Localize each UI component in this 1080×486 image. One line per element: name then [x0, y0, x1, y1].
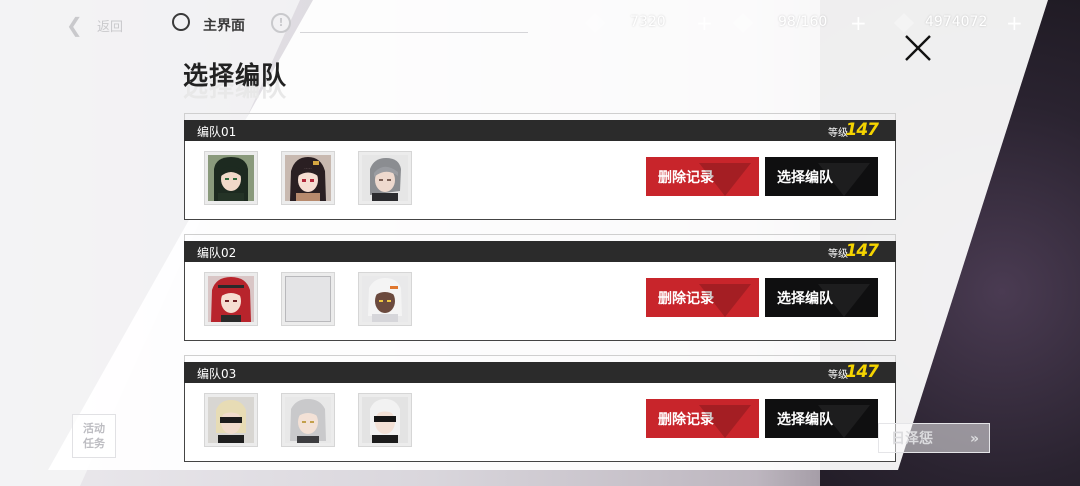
team-card: 编队01 等级 147 删除记录 选择编队 — [184, 113, 896, 221]
character-portrait — [208, 276, 254, 322]
info-icon[interactable]: ! — [271, 13, 291, 33]
stamina-value: 7320 — [630, 14, 666, 30]
back-label[interactable]: 返回 — [97, 16, 123, 35]
delete-record-button[interactable]: 删除记录 — [646, 399, 759, 438]
character-portrait — [362, 155, 408, 201]
select-team-button[interactable]: 选择编队 — [765, 278, 878, 317]
character-portrait — [208, 155, 254, 201]
team-body: 删除记录 选择编队 — [184, 262, 896, 341]
team-body: 删除记录 选择编队 — [184, 141, 896, 220]
select-team-button[interactable]: 选择编队 — [765, 399, 878, 438]
member-slot[interactable] — [358, 151, 412, 205]
team-card: 编队02 等级 147 删除记录 选择编队 — [184, 234, 896, 342]
level-value: 147 — [845, 120, 879, 140]
member-slot[interactable] — [204, 393, 258, 447]
card-frame — [184, 355, 185, 362]
team-header: 编队03 等级 147 — [184, 362, 896, 383]
team-card: 编队03 等级 147 删除记录 选择编队 — [184, 355, 896, 463]
card-frame — [895, 113, 896, 120]
team-header: 编队01 等级 147 — [184, 120, 896, 141]
card-frame — [895, 355, 896, 362]
character-portrait — [208, 397, 254, 443]
card-frame — [184, 113, 896, 114]
level-value: 147 — [845, 362, 879, 382]
close-button[interactable] — [900, 30, 936, 66]
character-portrait — [285, 397, 331, 443]
stamina-icon — [585, 13, 605, 33]
home-icon[interactable] — [172, 13, 190, 31]
card-frame — [184, 355, 896, 356]
character-portrait — [362, 397, 408, 443]
card-frame — [895, 234, 896, 241]
blackcard-value: 98/160 — [778, 14, 828, 30]
character-portrait — [285, 155, 331, 201]
divider — [300, 32, 528, 33]
task-label: 任务 — [83, 437, 105, 450]
member-slot[interactable] — [358, 393, 412, 447]
back-icon[interactable]: ❮ — [66, 13, 83, 37]
close-icon — [905, 35, 931, 61]
stamina-plus-button[interactable]: + — [696, 11, 713, 35]
event-label: 活动 — [83, 422, 105, 435]
member-slot[interactable] — [204, 272, 258, 326]
team-name: 编队02 — [197, 246, 237, 260]
empty-member-slot[interactable] — [281, 272, 335, 326]
team-name: 编队01 — [197, 125, 237, 139]
member-slot[interactable] — [358, 272, 412, 326]
card-frame — [184, 234, 896, 235]
double-arrow-icon: » — [969, 431, 979, 447]
event-task-button[interactable]: 活动 任务 — [72, 414, 116, 458]
member-slot[interactable] — [204, 151, 258, 205]
card-frame — [184, 113, 185, 120]
coin-value: 4974072 — [925, 14, 988, 30]
bottom-right-label: 日泽惩 — [891, 431, 933, 447]
bottom-right-button[interactable]: 日泽惩 » — [878, 423, 990, 453]
dialog-title: 选择编队 — [183, 61, 288, 90]
blackcard-plus-button[interactable]: + — [850, 11, 867, 35]
team-header: 编队02 等级 147 — [184, 241, 896, 262]
character-portrait — [362, 276, 408, 322]
blackcard-icon — [733, 13, 753, 33]
select-team-button[interactable]: 选择编队 — [765, 157, 878, 196]
card-frame — [184, 234, 185, 241]
member-slot[interactable] — [281, 151, 335, 205]
empty-slot-placeholder — [285, 276, 331, 322]
home-label[interactable]: 主界面 — [203, 15, 245, 35]
delete-record-button[interactable]: 删除记录 — [646, 157, 759, 196]
level-value: 147 — [845, 241, 879, 261]
team-body: 删除记录 选择编队 — [184, 383, 896, 462]
team-name: 编队03 — [197, 367, 237, 381]
member-slot[interactable] — [281, 393, 335, 447]
delete-record-button[interactable]: 删除记录 — [646, 278, 759, 317]
coin-plus-button[interactable]: + — [1006, 11, 1023, 35]
